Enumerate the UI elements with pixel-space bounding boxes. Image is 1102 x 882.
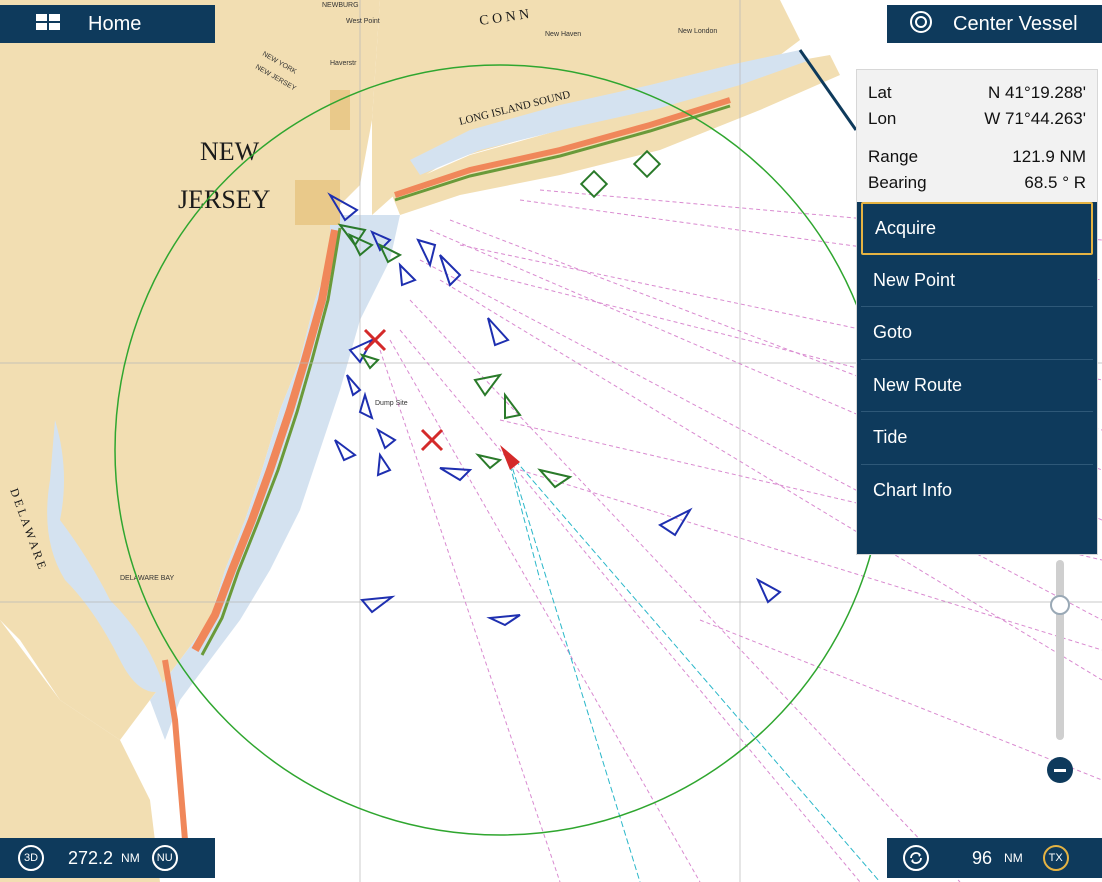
center-vessel-button[interactable]: Center Vessel (887, 5, 1102, 43)
home-label: Home (88, 12, 142, 35)
menu-item-chart-info[interactable]: Chart Info (861, 465, 1093, 518)
menu-item-new-point[interactable]: New Point (861, 255, 1093, 307)
center-vessel-label: Center Vessel (953, 12, 1078, 35)
layout-grid-icon (36, 13, 60, 35)
range-control-left: 3D 272.2 NM NU (0, 838, 215, 878)
zoom-slider[interactable] (1050, 560, 1070, 740)
chart-label-new: NEW (200, 137, 260, 166)
home-button[interactable]: Home (0, 5, 215, 43)
chart-label-newburg: NEWBURG (322, 2, 359, 9)
mode-3d-button[interactable]: 3D (18, 845, 44, 871)
chart-range-unit: NM (121, 851, 140, 865)
zoom-slider-handle[interactable] (1050, 595, 1070, 615)
chart-label-jersey: JERSEY (178, 185, 271, 214)
bearing-value: 68.5 ° R (1024, 173, 1086, 192)
zoom-slider-track[interactable] (1056, 560, 1064, 740)
tx-button[interactable]: TX (1042, 845, 1069, 871)
radar-control-right: 96 NM TX (887, 838, 1102, 878)
menu-item-new-route[interactable]: New Route (861, 360, 1093, 412)
target-icon (909, 10, 933, 39)
cursor-info: Lat N 41°19.288' Lon W 71°44.263' Range 121… (857, 70, 1097, 202)
range-value: 121.9 NM (1012, 147, 1086, 166)
radar-range-unit: NM (1004, 851, 1023, 865)
menu-item-tide[interactable]: Tide (861, 412, 1093, 465)
chart-range-value: 272.2 (68, 847, 114, 868)
bearing-label: Bearing (868, 173, 927, 192)
orientation-button[interactable]: NU (151, 845, 178, 871)
zoom-out-button[interactable] (1047, 757, 1073, 783)
cursor-context-menu: Lat N 41°19.288' Lon W 71°44.263' Range 121… (856, 69, 1098, 555)
chart-label-delaware-bay: DELAWARE BAY (120, 575, 175, 582)
lon-label: Lon (868, 109, 897, 128)
chart-label-new-london: New London (678, 28, 717, 35)
chart-label-haverstr: Haverstr (330, 60, 357, 67)
chart-label-west-point: West Point (346, 18, 380, 25)
range-label: Range (868, 147, 919, 166)
menu-item-goto[interactable]: Goto (861, 307, 1093, 360)
lon-value: W 71°44.263' (984, 109, 1086, 128)
lat-label: Lat (868, 83, 892, 102)
minus-icon (1054, 768, 1066, 772)
chart-label-new-haven: New Haven (545, 31, 581, 38)
menu-item-acquire[interactable]: Acquire (861, 202, 1093, 255)
lat-value: N 41°19.288' (988, 83, 1086, 102)
refresh-icon[interactable] (903, 845, 929, 871)
chart-label-dump-site: Dump Site (375, 400, 408, 407)
radar-range-value: 96 (972, 847, 993, 868)
